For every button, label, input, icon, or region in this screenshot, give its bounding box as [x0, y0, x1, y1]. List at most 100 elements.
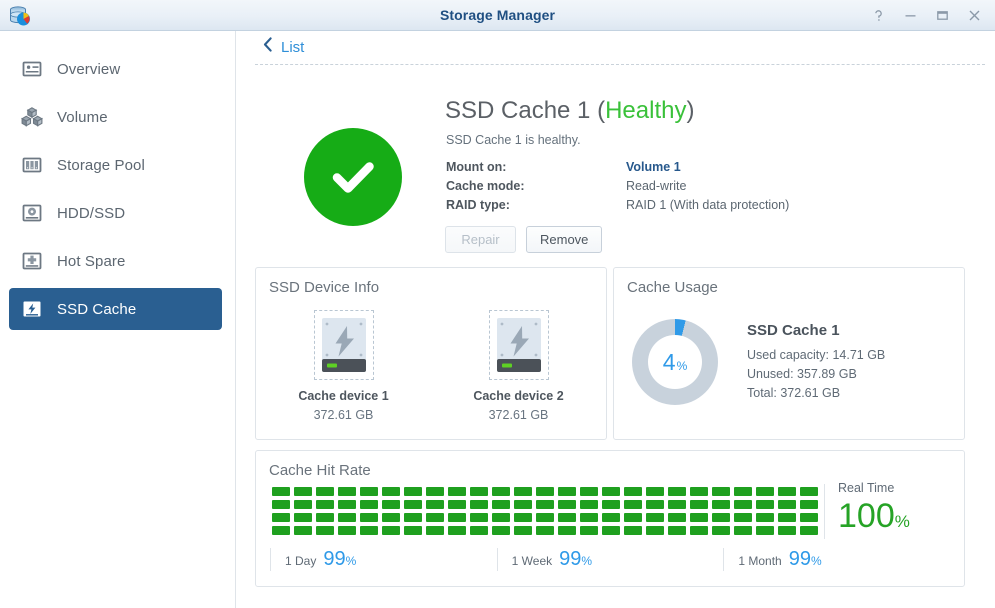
sidebar-item-hdd-ssd[interactable]: HDD/SSD: [9, 192, 222, 234]
stat-label: 1 Day: [285, 554, 317, 568]
minimize-icon[interactable]: [895, 1, 925, 29]
spec-key: RAID type:: [446, 198, 510, 212]
hit-rate-led: [558, 500, 576, 509]
hit-rate-led: [756, 500, 774, 509]
breadcrumb-back-label: List: [281, 38, 305, 56]
cache-device-1[interactable]: Cache device 1 372.61 GB: [256, 310, 431, 422]
hit-rate-led: [272, 513, 290, 522]
hit-rate-led: [756, 513, 774, 522]
breadcrumb[interactable]: List: [237, 31, 995, 63]
hit-rate-led: [272, 500, 290, 509]
sidebar-item-volume[interactable]: Volume: [9, 96, 222, 138]
hit-rate-stats: 1 Day 99% 1 Week 99% 1 Month 99%: [270, 548, 950, 571]
cache-usage-details: SSD Cache 1 Used capacity: 14.71 GB Unus…: [747, 322, 885, 403]
hit-rate-led: [690, 526, 708, 535]
cache-hit-rate-card: Cache Hit Rate Real Time 100% 1 Day 99% …: [255, 450, 965, 587]
device-size: 372.61 GB: [313, 408, 374, 422]
storage-manager-window: Storage Manager Overview Volume Storage …: [0, 0, 995, 608]
hit-rate-led: [624, 487, 642, 496]
hit-rate-led: [316, 513, 334, 522]
sidebar-item-storage-pool[interactable]: Storage Pool: [9, 144, 222, 186]
hit-rate-led: [382, 526, 400, 535]
hit-rate-led: [448, 513, 466, 522]
hit-rate-led: [734, 526, 752, 535]
help-icon[interactable]: [863, 1, 893, 29]
realtime-symbol: %: [894, 512, 910, 531]
realtime-value: 100: [838, 497, 895, 535]
hit-rate-led: [404, 526, 422, 535]
sidebar-item-hot-spare[interactable]: Hot Spare: [9, 240, 222, 282]
usage-cache-name: SSD Cache 1: [747, 322, 840, 339]
hit-rate-led: [338, 500, 356, 509]
sidebar-item-label: Volume: [57, 108, 108, 126]
hit-rate-led: [690, 513, 708, 522]
spec-table: Mount on: Volume 1 Cache mode: Read-writ…: [446, 158, 789, 215]
spec-value-raid-type: RAID 1 (With data protection): [626, 198, 790, 212]
hit-rate-led: [800, 526, 818, 535]
stat-symbol: %: [810, 554, 822, 568]
hit-rate-led: [338, 487, 356, 496]
hit-rate-led: [316, 526, 334, 535]
window-title: Storage Manager: [439, 7, 556, 23]
hit-rate-led: [338, 526, 356, 535]
content-area: List SSD Cache 1 (Healthy) SSD Cache 1 i…: [237, 31, 995, 608]
overview-icon: [21, 58, 43, 80]
hit-rate-led: [712, 513, 730, 522]
hit-rate-led: [646, 513, 664, 522]
stat-symbol: %: [581, 554, 593, 568]
hit-rate-led: [558, 513, 576, 522]
chevron-left-icon: [263, 37, 273, 57]
hit-rate-led: [514, 500, 532, 509]
close-icon[interactable]: [959, 1, 989, 29]
hit-rate-led: [558, 487, 576, 496]
hit-rate-led: [470, 487, 488, 496]
cache-name: SSD Cache 1: [445, 97, 591, 124]
maximize-icon[interactable]: [927, 1, 957, 29]
hit-rate-led: [624, 526, 642, 535]
hit-rate-led: [756, 487, 774, 496]
hit-rate-led: [404, 513, 422, 522]
hit-rate-led: [800, 487, 818, 496]
card-title: Cache Hit Rate: [269, 462, 371, 479]
stat-1-week: 1 Week 99%: [496, 548, 724, 571]
hit-rate-led: [580, 487, 598, 496]
hit-rate-led: [734, 500, 752, 509]
card-title: SSD Device Info: [269, 279, 380, 296]
window-controls: [863, 0, 989, 30]
hdd-ssd-icon: [21, 202, 43, 224]
cache-usage-donut-chart: 4%: [632, 319, 718, 405]
hit-rate-led: [624, 500, 642, 509]
remove-button[interactable]: Remove: [526, 226, 603, 253]
header-divider: [255, 64, 985, 65]
hit-rate-led: [360, 526, 378, 535]
hit-rate-led: [778, 513, 796, 522]
stat-value-wrap: 99%: [559, 548, 592, 571]
hot-spare-icon: [21, 250, 43, 272]
device-name: Cache device 1: [298, 389, 389, 403]
sidebar-item-label: Overview: [57, 60, 121, 78]
hit-rate-led: [426, 487, 444, 496]
cache-device-2[interactable]: Cache device 2 372.61 GB: [431, 310, 606, 422]
hit-rate-led: [514, 526, 532, 535]
ssd-device-info-card: SSD Device Info Cache device 1 372.61 GB…: [255, 267, 607, 440]
repair-button[interactable]: Repair: [445, 226, 516, 253]
spec-row: Cache mode: Read-write: [446, 177, 789, 196]
stat-symbol: %: [345, 554, 357, 568]
hit-rate-led: [448, 500, 466, 509]
hit-rate-led: [778, 487, 796, 496]
sidebar-item-ssd-cache[interactable]: SSD Cache: [9, 288, 222, 330]
stat-value: 99: [559, 548, 582, 570]
stat-value-wrap: 99%: [323, 548, 356, 571]
stat-value: 99: [323, 548, 346, 570]
usage-used-capacity: Used capacity: 14.71 GB: [747, 348, 886, 362]
sidebar-item-label: SSD Cache: [57, 300, 137, 318]
check-circle-icon: [304, 128, 402, 226]
hit-rate-led: [426, 513, 444, 522]
hit-rate-led: [602, 513, 620, 522]
realtime-label: Real Time: [838, 481, 895, 495]
spec-value-mount-on[interactable]: Volume 1: [626, 158, 681, 177]
hit-rate-led: [602, 487, 620, 496]
sidebar-item-overview[interactable]: Overview: [9, 48, 222, 90]
page-title: SSD Cache 1 (Healthy): [445, 97, 694, 125]
volume-icon: [20, 106, 44, 128]
